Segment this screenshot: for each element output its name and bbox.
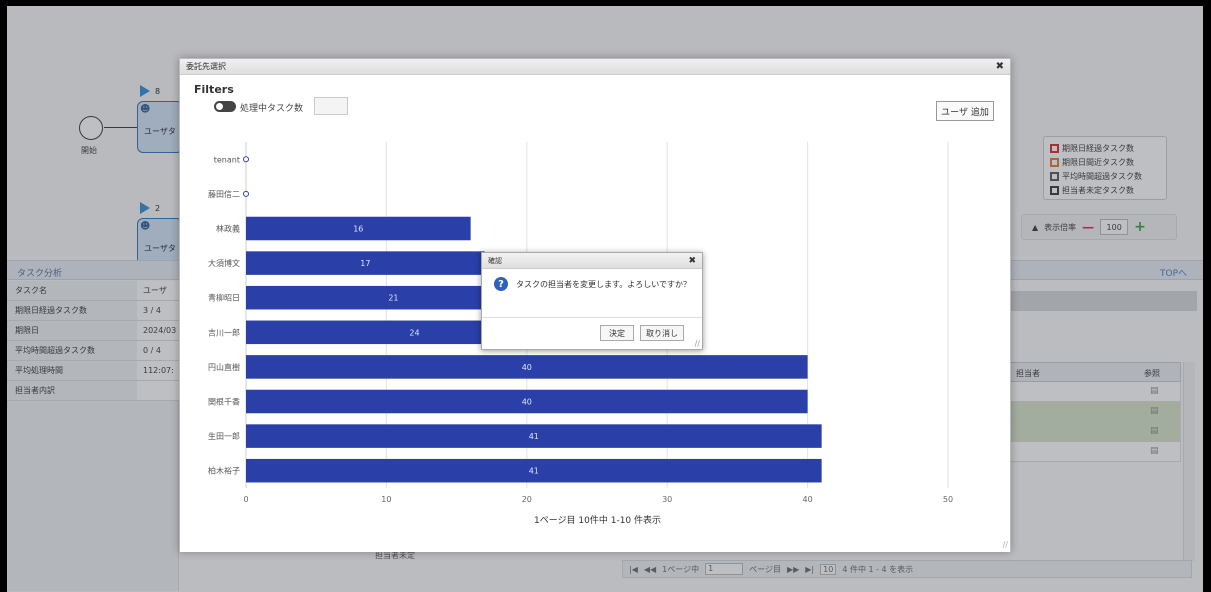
y-tick-label: 柏木裕子: [208, 466, 240, 476]
y-tick-label: 生田一郎: [208, 431, 240, 441]
x-tick-label: 30: [662, 495, 672, 504]
confirm-dialog: 確認 ✖ ? タスクの担当者を変更します。よろしいですか？ 決定 取り消し ∕∕: [481, 252, 703, 350]
bar-value-label: 21: [388, 294, 398, 303]
bar-value-label: 41: [529, 467, 539, 476]
bar-value-label: 40: [522, 398, 532, 407]
bar-value-label: 41: [529, 432, 539, 441]
x-tick-label: 50: [943, 495, 953, 504]
confirm-titlebar[interactable]: 確認 ✖: [482, 253, 702, 269]
bar-value-label: 17: [360, 259, 370, 268]
confirm-message: タスクの担当者を変更します。よろしいですか？: [516, 280, 691, 289]
divider: [482, 317, 702, 318]
chart-page-info: 1ページ目 10件中 1-10 件表示: [534, 516, 662, 526]
resize-handle-icon[interactable]: ∕∕: [1003, 540, 1008, 549]
dialog-titlebar[interactable]: 委託先選択 ✖: [180, 59, 1010, 75]
close-icon[interactable]: ✖: [996, 59, 1004, 75]
y-tick-label: 青柳昭日: [208, 293, 240, 303]
zero-point[interactable]: [243, 156, 249, 163]
y-tick-label: 円山直樹: [208, 362, 240, 372]
x-tick-label: 10: [381, 495, 391, 504]
cancel-button[interactable]: 取り消し: [640, 325, 684, 341]
bar-value-label: 16: [353, 225, 363, 234]
y-tick-label: 大須博文: [208, 258, 240, 268]
y-tick-label: 林政義: [216, 224, 240, 234]
y-tick-label: tenant: [214, 155, 240, 164]
y-tick-label: 関根千香: [208, 397, 240, 407]
x-tick-label: 0: [243, 495, 248, 504]
bar-value-label: 40: [522, 363, 532, 372]
x-tick-label: 20: [522, 495, 532, 504]
dialog-title: 委託先選択: [186, 62, 226, 71]
y-tick-label: 吉川一郎: [208, 327, 240, 337]
resize-handle-icon[interactable]: ∕∕: [695, 339, 700, 348]
bar-value-label: 24: [409, 328, 419, 337]
ok-button[interactable]: 決定: [600, 325, 634, 341]
question-icon: ?: [494, 277, 508, 291]
confirm-title: 確認: [488, 257, 502, 265]
app-frame: 開始 8 ☻ ユーザタ 2 ☻ ユーザタ 期限日経過タスク数 期限日間近タスク数…: [7, 6, 1203, 592]
y-tick-label: 藤田信二: [208, 189, 240, 199]
close-icon[interactable]: ✖: [688, 253, 696, 269]
zero-point[interactable]: [243, 190, 249, 197]
x-tick-label: 40: [803, 495, 813, 504]
